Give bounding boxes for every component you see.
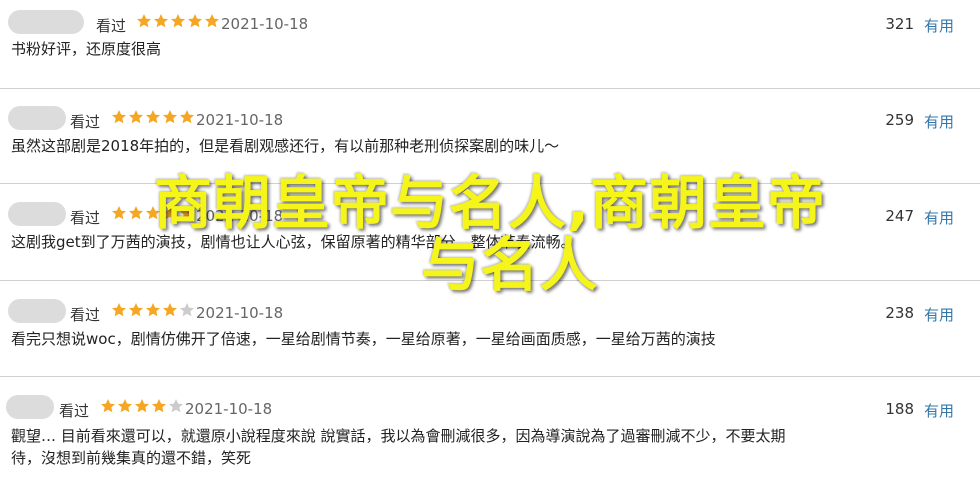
rating-stars [111, 302, 196, 320]
useful-button[interactable]: 有用 [924, 207, 954, 228]
useful-button[interactable]: 有用 [924, 15, 954, 36]
star-icon [129, 110, 143, 124]
watch-status: 看过 [70, 306, 101, 324]
review-text: 虽然这部剧是2018年拍的，但是看剧观感还行，有以前那种老刑侦探案剧的味儿～ [11, 135, 559, 157]
rating-stars [136, 13, 221, 31]
star-icon [129, 206, 143, 220]
star-icon [146, 303, 160, 317]
star-icon [163, 303, 177, 317]
useful-button[interactable]: 有用 [924, 400, 954, 421]
review-text-line: 看完只想说woc，剧情仿佛开了倍速，一星给剧情节奏，一星给原著，一星给画面质感，… [11, 330, 716, 348]
review-text: 看完只想说woc，剧情仿佛开了倍速，一星给剧情节奏，一星给原著，一星给画面质感，… [11, 328, 716, 350]
watch-status: 看过 [70, 209, 101, 227]
useful-count: 321 [885, 15, 914, 33]
star-icon [180, 110, 194, 124]
star-icon [146, 206, 160, 220]
avatar[interactable] [8, 299, 66, 323]
star-icon [180, 303, 194, 317]
avatar[interactable] [8, 202, 66, 226]
avatar[interactable] [8, 106, 66, 130]
review-text-line: 书粉好评，还原度很高 [11, 40, 162, 58]
rating-stars [111, 109, 196, 127]
divider [0, 280, 980, 281]
star-icon [101, 399, 115, 413]
divider [0, 183, 980, 184]
star-icon [154, 14, 168, 28]
rating-stars [111, 205, 196, 223]
review-text-line: 虽然这部剧是2018年拍的，但是看剧观感还行，有以前那种老刑侦探案剧的味儿～ [11, 137, 560, 155]
useful-button[interactable]: 有用 [924, 304, 954, 325]
watch-status: 看过 [70, 113, 101, 131]
review-date: 2021-10-18 [196, 304, 284, 322]
star-icon [152, 399, 166, 413]
useful-count: 238 [885, 304, 914, 322]
star-icon [171, 14, 185, 28]
star-icon [118, 399, 132, 413]
review-text: 这剧我get到了万茜的演技，剧情也让人心弦，保留原著的精华部分，整体节奏流畅。 [11, 231, 576, 253]
star-icon [169, 399, 183, 413]
star-icon [135, 399, 149, 413]
avatar[interactable] [6, 395, 54, 419]
review-date: 2021-10-18 [221, 15, 309, 33]
review-text: 书粉好评，还原度很高 [11, 38, 161, 60]
star-icon [112, 206, 126, 220]
review-date: 2021-10-18 [185, 400, 273, 418]
review-date: 2021-10-18 [196, 207, 284, 225]
star-icon [129, 303, 143, 317]
divider [0, 376, 980, 377]
review-text-line: 这剧我get到了万茜的演技，剧情也让人心弦，保留原著的精华部分，整体节奏流畅。 [11, 233, 576, 251]
useful-count: 259 [885, 111, 914, 129]
rating-stars [100, 398, 185, 416]
useful-count: 247 [885, 207, 914, 225]
watch-status: 看过 [59, 402, 90, 420]
avatar[interactable] [8, 10, 84, 34]
star-icon [137, 14, 151, 28]
divider [0, 88, 980, 89]
useful-button[interactable]: 有用 [924, 111, 954, 132]
useful-count: 188 [885, 400, 914, 418]
star-icon [146, 110, 160, 124]
star-icon [112, 110, 126, 124]
review-text-line: 觀望… 目前看來還可以，就還原小說程度來說 說實話，我以為會刪減很多，因為導演說… [11, 427, 786, 445]
review-text: 觀望… 目前看來還可以，就還原小說程度來說 說實話，我以為會刪減很多，因為導演說… [11, 425, 786, 469]
star-icon [205, 14, 219, 28]
watch-status: 看过 [96, 17, 127, 35]
review-text-line: 待，沒想到前幾集真的還不錯，笑死 [11, 449, 252, 467]
star-icon [188, 14, 202, 28]
star-icon [163, 206, 177, 220]
star-icon [163, 110, 177, 124]
star-icon [112, 303, 126, 317]
review-date: 2021-10-18 [196, 111, 284, 129]
star-icon [180, 206, 194, 220]
